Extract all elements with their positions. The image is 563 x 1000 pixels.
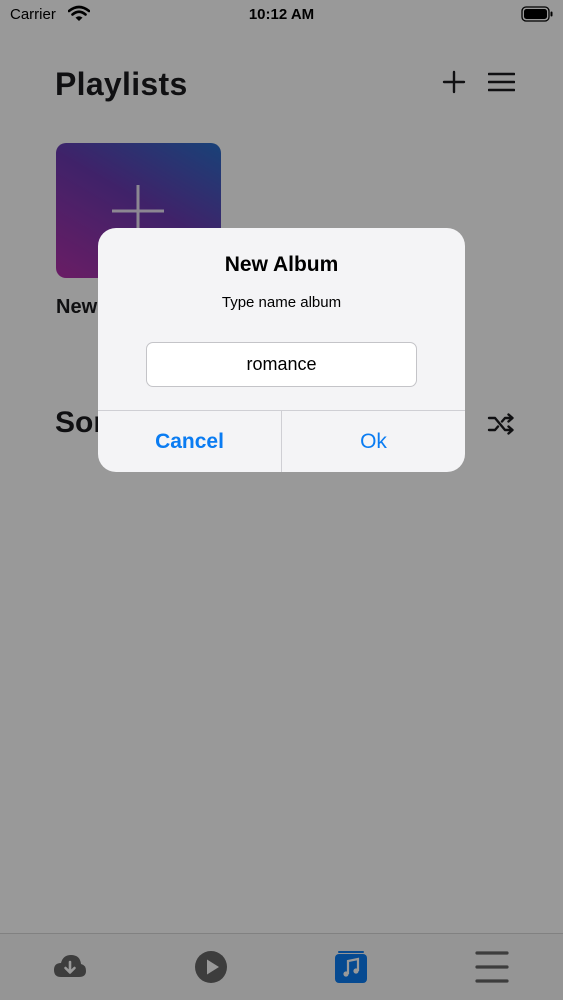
dialog-title: New Album [224,253,339,276]
new-album-dialog: New Album Type name album Cancel Ok [98,228,465,472]
cancel-button[interactable]: Cancel [98,411,281,472]
dialog-message: Type name album [221,294,342,311]
app-screen: Carrier 10:12 AM Playlists New Songs 0 [0,0,563,1000]
album-name-input[interactable] [146,342,417,387]
modal-overlay [0,0,563,1000]
ok-button[interactable]: Ok [282,411,465,472]
